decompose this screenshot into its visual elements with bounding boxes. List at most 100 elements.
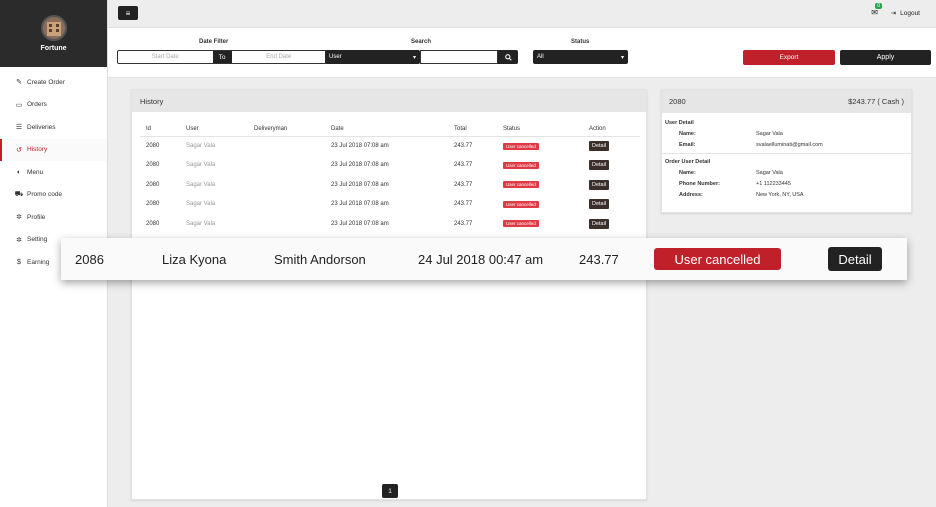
table-row[interactable]: 2080 Sagar Vala 23 Jul 2018 07:08 am 243.77… xyxy=(140,214,640,234)
user-detail-title: User Detail xyxy=(665,120,694,126)
table-row[interactable]: 2080 Sagar Vala 23 Jul 2018 07:08 am 243.77… xyxy=(140,195,640,215)
search-button[interactable] xyxy=(498,50,518,64)
sidebar-item-label: Orders xyxy=(27,101,47,109)
row-deliveryman xyxy=(248,175,325,195)
detail-button[interactable]: Detail xyxy=(589,199,610,210)
status-select[interactable]: All ▾ xyxy=(533,50,628,64)
row-action-cell: Detail xyxy=(583,214,640,234)
sidebar-item-promo-code[interactable]: ⛟ Promo code xyxy=(0,184,107,207)
divider xyxy=(662,112,911,113)
table-row[interactable]: 2080 Sagar Vala 23 Jul 2018 07:08 am 243.77… xyxy=(140,175,640,195)
export-button[interactable]: Export xyxy=(743,50,835,65)
brand-logo xyxy=(40,15,67,41)
status-label: Status xyxy=(571,39,590,45)
sidebar-item-history[interactable]: ↺ History xyxy=(0,138,107,161)
row-id: 2080 xyxy=(146,220,160,227)
sidebar-item-label: History xyxy=(27,146,48,154)
row-total: 243.77 xyxy=(454,162,473,169)
sidebar-item-orders[interactable]: ▭ Orders xyxy=(0,94,107,117)
row-total: 243.77 xyxy=(454,201,473,208)
row-user: Sagar Vala xyxy=(186,220,216,227)
search-label: Search xyxy=(411,39,432,45)
search-icon xyxy=(504,53,512,61)
detail-button[interactable]: Detail xyxy=(589,160,610,171)
row-user: Sagar Vala xyxy=(186,162,216,169)
row-action-cell: Detail xyxy=(583,195,640,215)
inbox-icon: ▭ xyxy=(15,101,23,109)
row-total: 243.77 xyxy=(454,143,473,149)
apply-button[interactable]: Apply xyxy=(840,50,931,65)
row-date: 23 Jul 2018 07:08 am xyxy=(331,143,389,149)
column-header: Id xyxy=(140,122,180,137)
detail-button[interactable]: Detail xyxy=(828,247,882,271)
end-date-input[interactable]: End Date xyxy=(232,51,327,63)
row-date: 23 Jul 2018 07:08 am xyxy=(331,162,389,169)
brand-name: Fortune xyxy=(40,45,67,52)
history-title: History xyxy=(132,90,646,112)
sidebar-item-label: Setting xyxy=(27,236,48,244)
column-header: Action xyxy=(583,122,640,137)
status-badge: User cancelled xyxy=(503,181,539,189)
mail-button[interactable]: ✉ 0 xyxy=(871,3,882,17)
order-user-name-value: Sagar Vala xyxy=(756,170,783,176)
hamburger-menu-button[interactable]: ≡ xyxy=(118,6,138,20)
order-date: 24 Jul 2018 00:47 am xyxy=(418,251,544,267)
row-action-cell: Detail xyxy=(583,156,640,176)
status-badge: User cancelled xyxy=(503,200,539,208)
logout-label: Logout xyxy=(900,9,920,17)
user-email-value: svalaelluminati@gmail.com xyxy=(756,142,823,148)
detail-button[interactable]: Detail xyxy=(589,218,610,229)
start-date-input[interactable]: Start Date xyxy=(118,51,213,63)
table-row[interactable]: 2080 Sagar Vala 23 Jul 2018 07:08 am 243.77… xyxy=(140,136,640,156)
pagination-page-button[interactable]: 1 xyxy=(382,484,398,498)
order-user-detail-title: Order User Detail xyxy=(665,159,711,165)
status-badge: User cancelled xyxy=(503,142,539,150)
row-action-cell: Detail xyxy=(583,136,640,156)
row-status-cell: User cancelled xyxy=(497,156,583,176)
list-icon: ☰ xyxy=(15,124,23,132)
row-id: 2080 xyxy=(146,201,160,208)
hamburger-icon: ≡ xyxy=(125,8,131,18)
sidebar-item-label: Create Order xyxy=(27,78,65,86)
top-bar: ≡ ✉ 0 ⇥ Logout xyxy=(108,0,936,28)
gear-icon: ✲ xyxy=(16,214,22,222)
row-user: Sagar Vala xyxy=(186,201,216,208)
to-label: To xyxy=(212,51,232,63)
table-row[interactable]: 2080 Sagar Vala 23 Jul 2018 07:08 am 243.77… xyxy=(140,156,640,176)
row-action-cell: Detail xyxy=(583,175,640,195)
order-id: 2086 xyxy=(75,251,104,267)
sidebar-item-menu[interactable]: ◐ Menu xyxy=(0,161,107,184)
user-name-label: Name: xyxy=(679,131,696,137)
status-badge: User cancelled xyxy=(503,220,539,228)
row-id: 2080 xyxy=(146,181,160,188)
row-user: Sagar Vala xyxy=(186,143,216,149)
row-status-cell: User cancelled xyxy=(497,136,583,156)
search-field-select[interactable]: User ▾ xyxy=(325,50,420,64)
address-value: New York, NY, USA xyxy=(756,192,804,198)
highlighted-order-row[interactable]: 2086 Liza Kyona Smith Andorson 24 Jul 20… xyxy=(61,238,907,280)
sidebar-item-label: Promo code xyxy=(27,191,63,199)
logout-icon: ⇥ xyxy=(890,10,897,17)
caret-down-icon: ▾ xyxy=(412,54,416,61)
detail-button[interactable]: Detail xyxy=(589,141,610,151)
history-icon: ↺ xyxy=(16,146,22,154)
divider xyxy=(662,153,911,154)
logout-button[interactable]: ⇥ Logout xyxy=(890,9,920,18)
row-date: 23 Jul 2018 07:08 am xyxy=(331,181,389,188)
brand-block: Fortune xyxy=(0,0,107,67)
sidebar-item-label: Deliveries xyxy=(27,123,56,131)
row-deliveryman xyxy=(248,156,325,176)
search-input[interactable] xyxy=(420,50,498,64)
sidebar-item-profile[interactable]: ✲ Profile xyxy=(0,206,107,229)
user-email-label: Email: xyxy=(679,142,696,148)
detail-button[interactable]: Detail xyxy=(589,179,610,190)
sidebar-item-deliveries[interactable]: ☰ Deliveries xyxy=(0,116,107,139)
sidebar-item-label: Earning xyxy=(27,258,50,266)
row-status-cell: User cancelled xyxy=(497,175,583,195)
row-user: Sagar Vala xyxy=(186,181,216,188)
row-deliveryman xyxy=(248,214,325,234)
sidebar-item-create-order[interactable]: ✎ Create Order xyxy=(0,71,107,94)
row-deliveryman xyxy=(248,195,325,215)
row-id: 2080 xyxy=(146,162,160,169)
row-date: 23 Jul 2018 07:08 am xyxy=(331,220,389,227)
